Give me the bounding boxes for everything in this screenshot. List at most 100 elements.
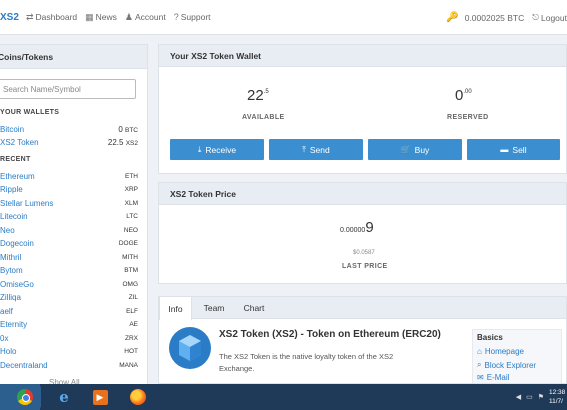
block-explorer-label: Block Explorer [484, 360, 537, 370]
recent-row[interactable]: Dogecoin DOGE [0, 238, 138, 250]
wallet-amount: 22.5 [107, 137, 124, 147]
basics-title: Basics [477, 333, 503, 342]
flag-icon[interactable]: ⚑ [538, 393, 544, 401]
price-panel-header: XS2 Token Price [159, 183, 566, 205]
token-logo [169, 327, 211, 369]
btc-balance[interactable]: 0.0002025 BTC [465, 13, 525, 23]
recent-row[interactable]: Decentraland MANA [0, 359, 138, 371]
recent-row[interactable]: Zilliqa ZIL [0, 292, 138, 304]
homepage-label: Homepage [484, 347, 524, 356]
coin-symbol: XLM [124, 199, 138, 207]
tab-team[interactable]: Team [195, 297, 233, 319]
coin-name: Litecoin [0, 212, 28, 221]
buy-button[interactable]: 🛒 Buy [368, 139, 462, 160]
recent-row[interactable]: Mithril MITH [0, 251, 138, 263]
taskbar-firefox[interactable] [122, 386, 154, 408]
taskbar-chrome[interactable] [9, 386, 41, 408]
wallet-panel: Your XS2 Token Wallet 22.5 AVAILABLE 0.0… [158, 44, 567, 174]
wallet-row[interactable]: Bitcoin 0 BTC [0, 123, 138, 135]
email-link[interactable]: ✉ E-Mail [477, 373, 509, 382]
recent-row[interactable]: aelf ELF [0, 305, 138, 317]
minus-square-icon: ▬ [500, 145, 509, 154]
coin-name: Ripple [0, 185, 23, 194]
user-icon: ♟ [124, 11, 133, 22]
home-icon: ⌂ [477, 347, 482, 356]
logout-link[interactable]: ⎋ Logout [532, 12, 567, 23]
envelope-icon: ✉ [477, 373, 484, 382]
info-tabs: Info Team Chart [159, 297, 566, 320]
sidebar: Coins/Tokens Search Name/Symbol YOUR WAL… [0, 44, 148, 410]
support-icon: ? [173, 12, 179, 22]
nav-dashboard-label: Dashboard [35, 12, 78, 22]
receive-button[interactable]: ⤓ Receive [170, 139, 264, 160]
price-title: XS2 Token Price [170, 188, 236, 199]
taskbar-media-player[interactable]: ▶ [84, 386, 116, 408]
recent-row[interactable]: OmiseGo OMG [0, 278, 138, 290]
taskbar-ie[interactable]: e [48, 386, 80, 408]
nav-support-label: Support [180, 12, 211, 22]
search-icon: ⌕ [477, 360, 482, 369]
receive-label: Receive [205, 144, 237, 155]
coin-symbol: OMG [122, 280, 138, 288]
news-icon: ▦ [85, 11, 94, 22]
reserved-balance: 0.00 [455, 87, 472, 104]
wallet-amount-group: 22.5 XS2 [108, 138, 138, 147]
network-icon[interactable]: ▭ [526, 393, 533, 401]
sidebar-header: Coins/Tokens [0, 45, 147, 69]
nav-support[interactable]: ? Support [174, 12, 211, 22]
coin-symbol: DOGE [118, 240, 138, 247]
nav-account[interactable]: ♟ Account [125, 12, 166, 23]
recent-row[interactable]: Ripple XRP [0, 184, 138, 196]
coin-symbol: ELF [126, 307, 138, 315]
top-navbar: XS2 ⇄ Dashboard ▦ News ♟ Account ? Suppo… [0, 0, 567, 35]
available-int: 22 [247, 87, 264, 104]
recent-row[interactable]: Neo NEO [0, 224, 138, 236]
recent-row[interactable]: Holo HOT [0, 346, 138, 358]
coin-symbol: NEO [123, 226, 138, 234]
token-description: The XS2 Token is the native loyalty toke… [219, 352, 394, 373]
last-price-value: 0.000009 [340, 219, 374, 236]
wallet-name: XS2 Token [0, 137, 39, 147]
coin-name: OmiseGo [0, 279, 34, 289]
wallet-name: Bitcoin [0, 124, 25, 134]
recent-row[interactable]: Ethereum ETH [0, 170, 138, 182]
cart-icon: 🛒 [400, 145, 411, 154]
send-label: Send [309, 144, 330, 155]
key-icon: 🔑 [446, 12, 459, 23]
recent-row[interactable]: Bytom BTM [0, 265, 138, 277]
coin-name: Neo [0, 225, 15, 235]
exchange-icon: ⇄ [26, 11, 34, 22]
internet-explorer-icon: e [59, 388, 69, 406]
clock-date: 11/7/ [549, 398, 563, 405]
price-panel: XS2 Token Price 0.000009 $0.0587 LAST PR… [158, 182, 567, 284]
recent-row[interactable]: Litecoin LTC [0, 211, 138, 223]
brand-logo[interactable]: XS2 [0, 12, 26, 23]
wallet-panel-header: Your XS2 Token Wallet [159, 45, 566, 67]
coin-name: Stellar Lumens [0, 198, 54, 208]
recent-row[interactable]: 0x ZRX [0, 332, 138, 344]
clock[interactable]: 12:38 11/7/ [549, 388, 567, 406]
chrome-icon [17, 389, 33, 405]
search-input[interactable]: Search Name/Symbol [0, 79, 136, 99]
price-small-digits: 0.00000 [340, 227, 366, 234]
nav-news[interactable]: ▦ News [85, 12, 117, 23]
tab-chart[interactable]: Chart [235, 297, 273, 319]
sell-label: Sell [512, 144, 527, 155]
send-button[interactable]: ⤒ Send [269, 139, 363, 160]
wallet-title: Your XS2 Token Wallet [170, 50, 261, 61]
wallet-amount: 0 [118, 124, 123, 134]
show-hidden-icons-icon[interactable]: ◀ [516, 393, 521, 401]
info-panel: Info Team Chart XS2 Token (XS2) - Token … [158, 296, 567, 384]
wallet-row[interactable]: XS2 Token 22.5 XS2 [0, 136, 138, 148]
recent-row[interactable]: Stellar Lumens XLM [0, 197, 138, 209]
tab-info[interactable]: Info [159, 297, 192, 320]
nav-dashboard[interactable]: ⇄ Dashboard [26, 12, 77, 23]
recent-row[interactable]: Eternity AE [0, 319, 138, 331]
block-explorer-link[interactable]: ⌕ Block Explorer [477, 360, 536, 370]
sell-button[interactable]: ▬ Sell [467, 139, 560, 160]
logout-icon: ⎋ [532, 12, 539, 22]
email-label: E-Mail [486, 373, 510, 382]
coin-name: Mithril [0, 252, 22, 262]
homepage-link[interactable]: ⌂ Homepage [477, 347, 524, 356]
coin-name: Eternity [0, 320, 28, 329]
